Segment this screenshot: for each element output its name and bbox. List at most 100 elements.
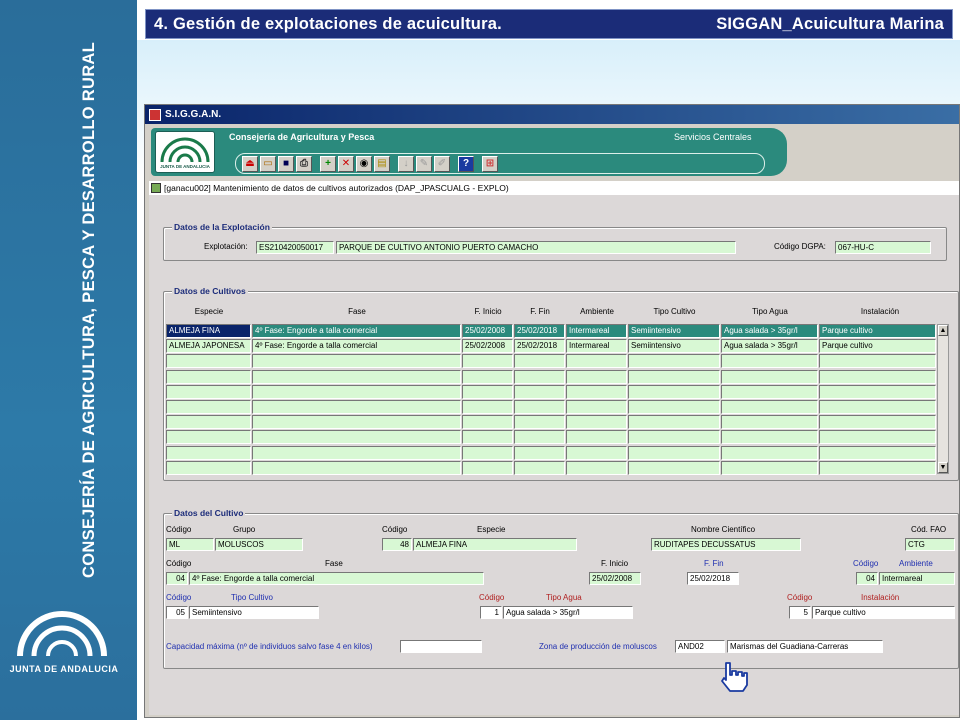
cell-finicio[interactable] — [462, 460, 513, 475]
cell-finicio[interactable]: 25/02/2008 — [462, 339, 513, 354]
finicio-field[interactable]: 25/02/2008 — [589, 572, 641, 585]
cell-tipo-agua[interactable] — [721, 384, 818, 399]
cell-tipo-cultivo[interactable] — [628, 415, 720, 430]
cell-tipo-agua[interactable]: Agua salada > 35gr/l — [721, 324, 818, 338]
cell-ffin[interactable]: 25/02/2018 — [514, 324, 565, 338]
cell-ffin[interactable] — [514, 384, 565, 399]
app-title-bar[interactable]: S.I.G.G.A.N. — [145, 105, 959, 124]
cell-ffin[interactable] — [514, 369, 565, 384]
fase-code-field[interactable]: 04 — [166, 572, 188, 585]
cell-ffin[interactable]: 25/02/2018 — [514, 339, 565, 354]
cell-especie[interactable] — [166, 369, 251, 384]
zona-field[interactable]: Marismas del Guadiana-Carreras — [727, 640, 883, 653]
cell-tipo-cultivo[interactable] — [628, 384, 720, 399]
cell-especie[interactable] — [166, 415, 251, 430]
network-icon[interactable]: ⊞ — [482, 156, 498, 172]
cell-especie[interactable] — [166, 460, 251, 475]
document-icon[interactable]: ▤ — [374, 156, 390, 172]
cell-especie[interactable]: ALMEJA JAPONESA — [166, 339, 251, 354]
cell-ambiente[interactable] — [566, 369, 627, 384]
cell-ambiente[interactable]: Intermareal — [566, 324, 627, 338]
cell-fase[interactable] — [252, 430, 461, 445]
cell-fase[interactable] — [252, 369, 461, 384]
explotacion-name-field[interactable]: PARQUE DE CULTIVO ANTONIO PUERTO CAMACHO — [336, 241, 736, 254]
cell-fase[interactable] — [252, 460, 461, 475]
cell-instalacion[interactable] — [819, 354, 936, 369]
cell-tipo-agua[interactable]: Agua salada > 35gr/l — [721, 339, 818, 354]
cell-tipo-agua[interactable] — [721, 445, 818, 460]
cell-ambiente[interactable] — [566, 384, 627, 399]
cell-tipo-agua[interactable] — [721, 369, 818, 384]
cell-ffin[interactable] — [514, 400, 565, 414]
instalacion-field[interactable]: Parque cultivo — [812, 606, 955, 619]
cell-tipo-agua[interactable] — [721, 354, 818, 369]
open-folder-icon[interactable]: ▭ — [260, 156, 276, 172]
delete-icon[interactable]: ✕ — [338, 156, 354, 172]
cell-instalacion[interactable]: Parque cultivo — [819, 339, 936, 354]
cell-fase[interactable] — [252, 384, 461, 399]
help-icon[interactable]: ? — [458, 156, 474, 172]
edit2-icon[interactable]: ✐ — [434, 156, 450, 172]
cell-tipo-agua[interactable] — [721, 430, 818, 445]
arrow-down-icon[interactable]: ↓ — [398, 156, 414, 172]
cell-fase[interactable]: 4º Fase: Engorde a talla comercial — [252, 339, 461, 354]
cell-instalacion[interactable] — [819, 369, 936, 384]
especie-code-field[interactable]: 48 — [382, 538, 412, 551]
cell-ambiente[interactable] — [566, 445, 627, 460]
cell-ffin[interactable] — [514, 430, 565, 445]
print-icon[interactable]: ⎙ — [296, 156, 312, 172]
cell-especie[interactable] — [166, 384, 251, 399]
cell-finicio[interactable] — [462, 415, 513, 430]
cell-instalacion[interactable] — [819, 430, 936, 445]
cell-tipo-cultivo[interactable]: Semiintensivo — [628, 339, 720, 354]
cell-tipo-cultivo[interactable] — [628, 430, 720, 445]
grupo-field[interactable]: MOLUSCOS — [215, 538, 303, 551]
tipo-cultivo-field[interactable]: Semiintensivo — [189, 606, 319, 619]
cell-instalacion[interactable]: Parque cultivo — [819, 324, 936, 338]
cell-finicio[interactable] — [462, 369, 513, 384]
cell-finicio[interactable] — [462, 400, 513, 414]
cell-ambiente[interactable]: Intermareal — [566, 339, 627, 354]
cell-ambiente[interactable] — [566, 354, 627, 369]
cell-tipo-agua[interactable] — [721, 400, 818, 414]
edit-icon[interactable]: ✎ — [416, 156, 432, 172]
cell-ffin[interactable] — [514, 354, 565, 369]
cell-fase[interactable] — [252, 400, 461, 414]
cell-ambiente[interactable] — [566, 415, 627, 430]
cell-tipo-cultivo[interactable] — [628, 354, 720, 369]
cell-ambiente[interactable] — [566, 430, 627, 445]
cell-instalacion[interactable] — [819, 384, 936, 399]
cell-especie[interactable] — [166, 430, 251, 445]
cell-finicio[interactable] — [462, 430, 513, 445]
tipo-agua-code-field[interactable]: 1 — [480, 606, 502, 619]
tipo-agua-field[interactable]: Agua salada > 35gr/l — [503, 606, 633, 619]
cell-fase[interactable] — [252, 415, 461, 430]
dgpa-field[interactable]: 067-HU-C — [835, 241, 931, 254]
explotacion-code-field[interactable]: ES210420050017 — [256, 241, 334, 254]
cell-instalacion[interactable] — [819, 460, 936, 475]
cell-tipo-agua[interactable] — [721, 460, 818, 475]
instalacion-code-field[interactable]: 5 — [789, 606, 811, 619]
cell-tipo-cultivo[interactable] — [628, 445, 720, 460]
grupo-code-field[interactable]: ML — [166, 538, 214, 551]
cell-fase[interactable] — [252, 354, 461, 369]
cell-tipo-cultivo[interactable]: Semiintensivo — [628, 324, 720, 338]
cell-fase[interactable]: 4º Fase: Engorde a talla comercial — [252, 324, 461, 338]
cell-instalacion[interactable] — [819, 400, 936, 414]
cell-tipo-cultivo[interactable] — [628, 369, 720, 384]
save-icon[interactable]: ■ — [278, 156, 294, 172]
add-icon[interactable]: + — [320, 156, 336, 172]
cell-finicio[interactable] — [462, 354, 513, 369]
cell-tipo-cultivo[interactable] — [628, 460, 720, 475]
table-scrollbar[interactable]: ▲ ▼ — [937, 324, 949, 474]
cell-finicio[interactable] — [462, 384, 513, 399]
tipo-cultivo-code-field[interactable]: 05 — [166, 606, 188, 619]
cell-finicio[interactable] — [462, 445, 513, 460]
cell-tipo-agua[interactable] — [721, 415, 818, 430]
zona-code-field[interactable]: AND02 — [675, 640, 725, 653]
especie-field[interactable]: ALMEJA FINA — [413, 538, 577, 551]
cell-ffin[interactable] — [514, 445, 565, 460]
cell-ffin[interactable] — [514, 415, 565, 430]
ambiente-code-field[interactable]: 04 — [856, 572, 878, 585]
cell-finicio[interactable]: 25/02/2008 — [462, 324, 513, 338]
